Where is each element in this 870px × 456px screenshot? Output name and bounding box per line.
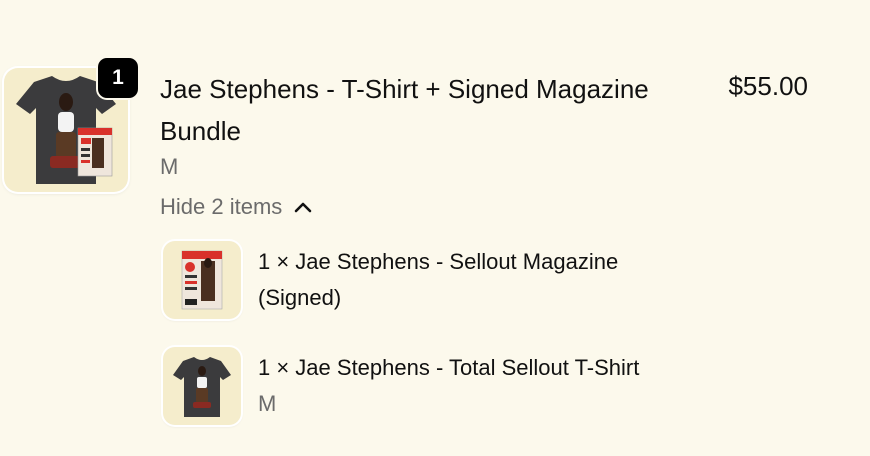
bundle-item-image xyxy=(163,241,241,319)
order-summary-line-item: 1 Jae Stephens - T-Shirt + Signed Magazi… xyxy=(0,0,870,456)
product-price: $55.00 xyxy=(728,71,808,101)
chevron-up-icon xyxy=(294,202,312,213)
hide-items-toggle[interactable]: Hide 2 items xyxy=(160,192,312,222)
quantity-badge: 1 xyxy=(98,58,138,98)
bundle-item-image xyxy=(163,347,241,425)
toggle-label: Hide 2 items xyxy=(160,194,283,219)
magazine-cover-image xyxy=(181,250,223,310)
bundle-item-title: 1 × Jae Stephens - Total Sellout T-Shirt xyxy=(258,355,640,380)
product-variant: M xyxy=(160,154,179,179)
bundle-item-variant: M xyxy=(258,391,277,416)
product-title: Jae Stephens - T-Shirt + Signed Magazine… xyxy=(160,74,649,146)
bundle-item-title: 1 × Jae Stephens - Sellout Magazine (Sig… xyxy=(258,249,619,310)
tshirt-image xyxy=(173,357,231,417)
